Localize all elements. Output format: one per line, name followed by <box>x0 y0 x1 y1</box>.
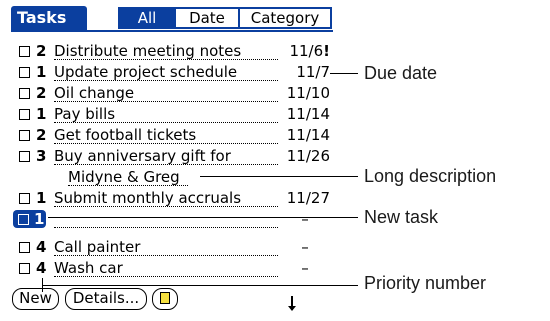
task-priority[interactable]: 1 <box>34 210 44 228</box>
dotted-underline <box>54 276 278 277</box>
task-row[interactable]: 2 Get football tickets 11/14 <box>10 125 335 146</box>
task-description[interactable]: Get football tickets <box>54 126 196 144</box>
task-checkbox[interactable] <box>19 67 30 78</box>
task-checkbox[interactable] <box>18 214 29 225</box>
task-description[interactable]: Update project schedule <box>54 63 237 81</box>
task-due-date[interactable]: – <box>280 210 330 228</box>
task-description[interactable]: Distribute meeting notes <box>54 42 241 60</box>
dotted-underline <box>54 143 278 144</box>
task-due-date[interactable]: 11/26 <box>275 147 330 165</box>
callout-line-long-description <box>200 176 358 177</box>
task-due-date[interactable]: 11/6! <box>275 42 330 60</box>
new-task-selection[interactable]: 1 <box>13 210 46 228</box>
new-task-row[interactable]: 1 – <box>10 209 335 230</box>
task-description[interactable]: Oil change <box>54 84 134 102</box>
scroll-down-icon[interactable] <box>288 296 296 311</box>
dotted-underline <box>54 255 278 256</box>
task-row[interactable]: 1 Submit monthly accruals 11/27 <box>10 188 335 209</box>
task-checkbox[interactable] <box>19 151 30 162</box>
callout-line-priority-number <box>42 285 358 286</box>
app-title[interactable]: Tasks <box>11 6 87 30</box>
tab-category[interactable]: Category <box>240 7 332 29</box>
new-button[interactable]: New <box>12 288 59 310</box>
tab-date[interactable]: Date <box>176 7 240 29</box>
callout-priority-number: Priority number <box>364 273 487 293</box>
task-due-date[interactable]: – <box>280 259 330 277</box>
task-description-line2[interactable]: Midyne & Greg <box>68 168 180 186</box>
note-icon <box>160 292 170 304</box>
task-row[interactable]: 4 Call painter – <box>10 237 335 258</box>
details-button[interactable]: Details... <box>65 288 147 310</box>
task-priority[interactable]: 1 <box>36 63 46 81</box>
task-due-date[interactable]: 11/27 <box>275 189 330 207</box>
task-checkbox[interactable] <box>19 88 30 99</box>
due-date-text: 11/6 <box>289 42 324 60</box>
task-checkbox[interactable] <box>19 46 30 57</box>
dotted-underline <box>54 206 278 207</box>
dotted-underline <box>54 227 278 228</box>
callout-line-due-date <box>330 73 358 74</box>
title-bar: Tasks All Date Category <box>10 6 335 32</box>
note-button[interactable] <box>152 288 178 310</box>
task-priority[interactable]: 4 <box>36 238 46 256</box>
task-checkbox[interactable] <box>19 109 30 120</box>
task-priority[interactable]: 2 <box>36 84 46 102</box>
task-priority[interactable]: 1 <box>36 105 46 123</box>
task-checkbox[interactable] <box>19 242 30 253</box>
task-row[interactable]: 3 Buy anniversary gift for Midyne & Greg… <box>10 146 335 188</box>
task-description[interactable]: Call painter <box>54 238 140 256</box>
task-description[interactable]: Pay bills <box>54 105 115 123</box>
callout-new-task: New task <box>364 207 439 227</box>
task-row[interactable]: 1 Pay bills 11/14 <box>10 104 335 125</box>
dotted-underline <box>54 122 278 123</box>
dotted-underline <box>68 185 188 186</box>
task-checkbox[interactable] <box>19 130 30 141</box>
task-row[interactable]: 1 Update project schedule 11/7 <box>10 62 335 83</box>
task-priority[interactable]: 1 <box>36 189 46 207</box>
task-row[interactable]: 2 Oil change 11/10 <box>10 83 335 104</box>
task-due-date[interactable]: 11/14 <box>275 126 330 144</box>
task-row[interactable]: 2 Distribute meeting notes 11/6! <box>10 41 335 62</box>
callout-due-date: Due date <box>364 63 438 83</box>
overdue-icon: ! <box>323 42 330 60</box>
title-rule <box>11 30 333 32</box>
task-description[interactable]: Wash car <box>54 259 123 277</box>
dotted-underline <box>54 80 278 81</box>
task-priority[interactable]: 2 <box>36 126 46 144</box>
tab-all[interactable]: All <box>118 7 176 29</box>
dotted-underline <box>54 164 278 165</box>
dotted-underline <box>54 101 278 102</box>
task-priority[interactable]: 3 <box>36 147 46 165</box>
task-checkbox[interactable] <box>19 263 30 274</box>
task-due-date[interactable]: – <box>280 238 330 256</box>
task-description[interactable]: Buy anniversary gift for <box>54 147 231 165</box>
task-row[interactable]: 4 Wash car – <box>10 258 335 279</box>
callout-line-new-task <box>48 217 358 218</box>
task-priority[interactable]: 4 <box>36 259 46 277</box>
task-priority[interactable]: 2 <box>36 42 46 60</box>
task-due-date[interactable]: 11/10 <box>275 84 330 102</box>
tasks-screen: Tasks All Date Category 2 Distribute mee… <box>10 5 335 316</box>
dotted-underline <box>54 59 278 60</box>
task-checkbox[interactable] <box>19 193 30 204</box>
task-due-date[interactable]: 11/14 <box>275 105 330 123</box>
callout-long-description: Long description <box>364 166 497 186</box>
task-description[interactable]: Submit monthly accruals <box>54 189 241 207</box>
task-due-date[interactable]: 11/7 <box>275 63 330 81</box>
